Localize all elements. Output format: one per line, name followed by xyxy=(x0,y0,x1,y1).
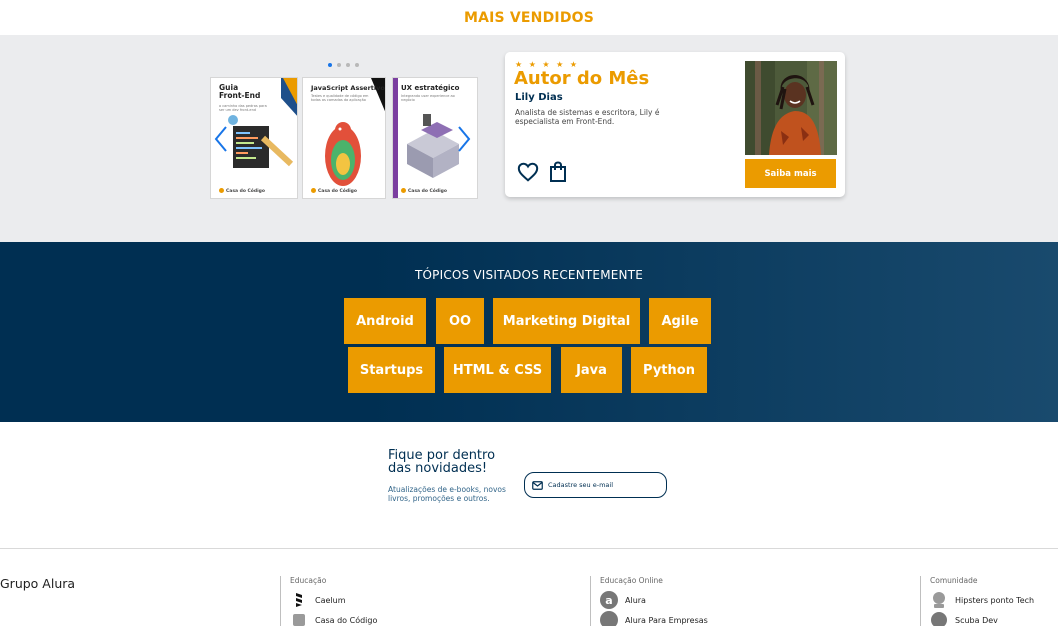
footer-column-title: Educação Online xyxy=(600,576,663,585)
caelum-logo-icon xyxy=(290,591,308,609)
newsletter-subtitle: Atualizações de e-books, novos livros, p… xyxy=(388,485,506,503)
casa-do-codigo-logo-icon xyxy=(290,611,308,626)
footer-link-label: Casa do Código xyxy=(315,615,378,625)
carousel-dot-4[interactable] xyxy=(355,63,359,67)
carousel-dot-3[interactable] xyxy=(346,63,350,67)
topic-tag-agile[interactable]: Agile xyxy=(649,298,711,344)
learn-more-button[interactable]: Saiba mais xyxy=(745,159,836,188)
carousel-dot-2[interactable] xyxy=(337,63,341,67)
recent-topics-title: TÓPICOS VISITADOS RECENTEMENTE xyxy=(414,268,644,282)
hipsters-logo-icon xyxy=(930,591,948,609)
mail-icon xyxy=(532,480,543,490)
book-title: UX estratégico xyxy=(401,84,460,92)
book-subtitle: Integrando user experience ao negócio xyxy=(401,94,455,102)
author-description: Analista de sistemas e escritora, Lily é… xyxy=(515,108,660,126)
best-sellers-section: Guia Front-End o caminho das pedras para … xyxy=(0,35,1058,242)
footer-column-education: Educação Caelum Casa do Código xyxy=(280,576,377,626)
newsletter-email-field[interactable] xyxy=(524,472,667,498)
topic-tag-startups[interactable]: Startups xyxy=(348,347,435,393)
scuba-dev-logo-icon xyxy=(930,611,948,626)
footer-link-casa-do-codigo[interactable]: Casa do Código xyxy=(290,613,377,626)
book-title: Guia Front-End xyxy=(219,83,261,100)
book-cover-javascript-assertivo[interactable]: JavaScript Assertivo Testes e qualidade … xyxy=(302,77,386,199)
author-of-month-card: ★ ★ ★ ★ ★ Autor do Mês Lily Dias Analist… xyxy=(505,52,845,197)
footer-column-community: Comunidade Hipsters ponto Tech Scuba Dev xyxy=(920,576,1034,626)
footer-column-title: Comunidade xyxy=(930,576,978,585)
footer-link-label: Hipsters ponto Tech xyxy=(955,595,1035,605)
alura-empresas-logo-icon xyxy=(600,611,618,626)
carousel-dot-1[interactable] xyxy=(328,63,332,67)
topic-tag-python[interactable]: Python xyxy=(631,347,707,393)
topic-tag-java[interactable]: Java xyxy=(561,347,622,393)
footer-link-label: Caelum xyxy=(315,595,346,605)
footer-link-alura-para-empresas[interactable]: Alura Para Empresas xyxy=(600,611,708,626)
footer-divider xyxy=(0,548,1058,549)
topic-tag-oo[interactable]: OO xyxy=(436,298,484,344)
footer-link-hipsters-ponto-tech[interactable]: Hipsters ponto Tech xyxy=(930,591,1035,609)
carousel-prev-arrow-icon[interactable] xyxy=(213,125,229,153)
footer-link-scuba-dev[interactable]: Scuba Dev xyxy=(930,611,1034,626)
best-sellers-title: MAIS VENDIDOS xyxy=(463,10,595,26)
book-title: JavaScript Assertivo xyxy=(311,84,385,92)
author-photo xyxy=(745,61,837,155)
footer-link-alura[interactable]: a Alura xyxy=(600,591,708,609)
alura-logo-icon: a xyxy=(600,591,618,609)
svg-text:a: a xyxy=(605,594,612,607)
carousel-pagination xyxy=(328,63,359,67)
newsletter-email-input[interactable] xyxy=(548,481,658,489)
book-subtitle: Testes e qualidade de código em todas as… xyxy=(311,94,369,102)
topic-tag-marketing-digital[interactable]: Marketing Digital xyxy=(493,298,640,344)
newsletter-title: Fique por dentro das novidades! xyxy=(388,448,496,476)
recent-topics-section: TÓPICOS VISITADOS RECENTEMENTE Android O… xyxy=(0,242,1058,422)
book-publisher: Casa do Código xyxy=(311,188,357,194)
footer-link-label: Scuba Dev xyxy=(955,615,998,625)
author-card-title: Autor do Mês xyxy=(514,68,650,89)
carousel-next-arrow-icon[interactable] xyxy=(456,125,472,153)
author-name: Lily Dias xyxy=(515,92,563,103)
footer-column-title: Educação xyxy=(290,576,327,585)
book-publisher: Casa do Código xyxy=(219,188,265,194)
book-subtitle: o caminho das pedras para ser um dev fro… xyxy=(219,104,267,112)
book-carousel: Guia Front-End o caminho das pedras para … xyxy=(210,77,480,199)
footer-link-caelum[interactable]: Caelum xyxy=(290,593,377,607)
footer-link-label: Alura Para Empresas xyxy=(625,615,708,625)
shopping-bag-icon[interactable] xyxy=(548,161,568,183)
book-publisher: Casa do Código xyxy=(401,188,447,194)
footer-link-label: Alura xyxy=(625,595,646,605)
heart-icon[interactable] xyxy=(517,161,539,183)
footer-column-online-education: Educação Online a Alura Alura Para Empre… xyxy=(590,576,708,626)
best-sellers-header: MAIS VENDIDOS xyxy=(0,0,1058,35)
topic-tag-html-css[interactable]: HTML & CSS xyxy=(444,347,551,393)
topic-tag-android[interactable]: Android xyxy=(344,298,426,344)
footer-brand: Grupo Alura xyxy=(0,576,76,591)
